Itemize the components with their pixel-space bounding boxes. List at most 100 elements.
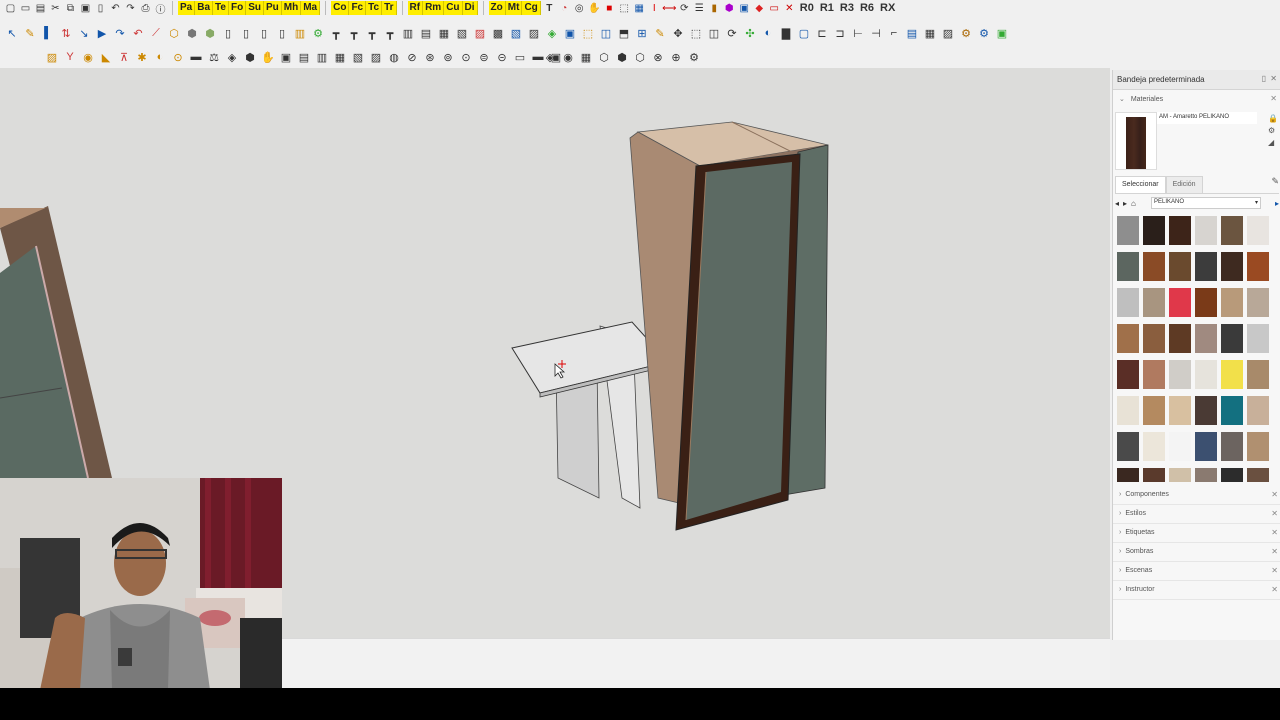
draw-tool-26-icon[interactable]: ▧ bbox=[454, 25, 470, 41]
material-swatch-27[interactable] bbox=[1169, 360, 1191, 389]
edit-tool-10-icon[interactable]: ⚖ bbox=[206, 49, 222, 65]
edit-tool-17-icon[interactable]: ▦ bbox=[332, 49, 348, 65]
draw-tool-20-icon[interactable]: ┳ bbox=[346, 25, 362, 41]
material-swatch-36[interactable] bbox=[1247, 396, 1269, 425]
tray-section-componentes[interactable]: › Componentes ✕ bbox=[1113, 486, 1280, 505]
view-tool-7-icon[interactable]: ⊗ bbox=[650, 49, 666, 65]
draw-tool-28-icon[interactable]: ▩ bbox=[490, 25, 506, 41]
close-icon[interactable]: ✕ bbox=[1271, 547, 1278, 556]
edit-tool-15-icon[interactable]: ▤ bbox=[296, 49, 312, 65]
material-swatch-26[interactable] bbox=[1143, 360, 1165, 389]
draw-tool-7-icon[interactable]: ↷ bbox=[112, 25, 128, 41]
edit-tool-16-icon[interactable]: ▥ bbox=[314, 49, 330, 65]
home-icon[interactable]: ⌂ bbox=[1131, 199, 1136, 208]
material-swatch-8[interactable] bbox=[1143, 252, 1165, 281]
orbit-icon[interactable]: ◎ bbox=[573, 1, 586, 15]
draw-tool-36-icon[interactable]: ⊞ bbox=[634, 25, 650, 41]
view-tool-2-icon[interactable]: ◉ bbox=[560, 49, 576, 65]
view-tool-8-icon[interactable]: ⊕ bbox=[668, 49, 684, 65]
copy-icon[interactable]: ⧉ bbox=[64, 1, 77, 15]
material-swatch-21[interactable] bbox=[1169, 324, 1191, 353]
draw-tool-33-icon[interactable]: ⬚ bbox=[580, 25, 596, 41]
view-tool-6-icon[interactable]: ⬡ bbox=[632, 49, 648, 65]
save-icon[interactable]: ▤ bbox=[34, 1, 47, 15]
draw-tool-47-icon[interactable]: ⊐ bbox=[832, 25, 848, 41]
draw-tool-18-icon[interactable]: ⚙ bbox=[310, 25, 326, 41]
tray-section-etiquetas[interactable]: › Etiquetas ✕ bbox=[1113, 524, 1280, 543]
draw-tool-51-icon[interactable]: ▤ bbox=[904, 25, 920, 41]
material-swatch-35[interactable] bbox=[1221, 396, 1243, 425]
draw-tool-41-icon[interactable]: ⟳ bbox=[724, 25, 740, 41]
draw-tool-19-icon[interactable]: ┳ bbox=[328, 25, 344, 41]
tray-section-estilos[interactable]: › Estilos ✕ bbox=[1113, 505, 1280, 524]
tool-rm-button[interactable]: Rm bbox=[423, 1, 445, 15]
edit-tool-21-icon[interactable]: ⊘ bbox=[404, 49, 420, 65]
warehouse-icon[interactable]: ▣ bbox=[738, 1, 751, 15]
left-cabinet[interactable] bbox=[0, 206, 112, 479]
tab-edit[interactable]: Edición bbox=[1165, 176, 1203, 193]
pin-icon[interactable]: ▯ bbox=[1262, 74, 1266, 83]
material-swatch-40[interactable] bbox=[1195, 432, 1217, 461]
draw-tool-2-icon[interactable]: ✎ bbox=[22, 25, 38, 41]
tool-di-button[interactable]: Di bbox=[462, 1, 478, 15]
draw-tool-48-icon[interactable]: ⊢ bbox=[850, 25, 866, 41]
pan-icon[interactable]: ✋ bbox=[588, 1, 601, 15]
edit-tool-24-icon[interactable]: ⊙ bbox=[458, 49, 474, 65]
draw-tool-10-icon[interactable]: ⬡ bbox=[166, 25, 182, 41]
draw-tool-31-icon[interactable]: ◈ bbox=[544, 25, 560, 41]
create-material-icon[interactable]: ⚙ bbox=[1268, 126, 1278, 135]
material-swatch-18[interactable] bbox=[1247, 288, 1269, 317]
tool-tc-button[interactable]: Tc bbox=[366, 1, 383, 15]
material-swatch-47[interactable] bbox=[1221, 468, 1243, 482]
draw-tool-54-icon[interactable]: ⚙ bbox=[958, 25, 974, 41]
draw-tool-29-icon[interactable]: ▧ bbox=[508, 25, 524, 41]
material-swatch-46[interactable] bbox=[1195, 468, 1217, 482]
ruby-icon[interactable]: ◆ bbox=[753, 1, 766, 15]
draw-tool-5-icon[interactable]: ↘ bbox=[76, 25, 92, 41]
material-swatch-15[interactable] bbox=[1169, 288, 1191, 317]
new-icon[interactable]: ▢ bbox=[4, 1, 17, 15]
paste-icon[interactable]: ▣ bbox=[79, 1, 92, 15]
nodes-icon[interactable]: ⬢ bbox=[723, 1, 736, 15]
close-icon[interactable]: ✕ bbox=[1271, 585, 1278, 594]
redo-icon[interactable]: ↷ bbox=[124, 1, 137, 15]
material-swatch-28[interactable] bbox=[1195, 360, 1217, 389]
material-swatch-34[interactable] bbox=[1195, 396, 1217, 425]
window-icon[interactable]: ▭ bbox=[768, 1, 781, 15]
draw-tool-12-icon[interactable]: ⬢ bbox=[202, 25, 218, 41]
material-swatch-33[interactable] bbox=[1169, 396, 1191, 425]
edit-tool-2-icon[interactable]: Y bbox=[62, 49, 78, 65]
tool-te-button[interactable]: Te bbox=[213, 1, 229, 15]
draw-tool-22-icon[interactable]: ┳ bbox=[382, 25, 398, 41]
material-swatch-3[interactable] bbox=[1169, 216, 1191, 245]
material-swatch-17[interactable] bbox=[1221, 288, 1243, 317]
text-tool-icon[interactable]: T bbox=[543, 1, 556, 15]
material-swatch-13[interactable] bbox=[1117, 288, 1139, 317]
edit-tool-11-icon[interactable]: ◈ bbox=[224, 49, 240, 65]
draw-tool-3-icon[interactable]: ▌ bbox=[40, 25, 56, 41]
select-red-icon[interactable]: ■ bbox=[603, 1, 616, 15]
view-tool-4-icon[interactable]: ⬡ bbox=[596, 49, 612, 65]
back-icon[interactable]: ◂ bbox=[1115, 199, 1119, 208]
list-icon[interactable]: ☰ bbox=[693, 1, 706, 15]
tool-fc-button[interactable]: Fc bbox=[349, 1, 367, 15]
move-icon[interactable]: ⟷ bbox=[662, 1, 676, 15]
draw-tool-11-icon[interactable]: ⬢ bbox=[184, 25, 200, 41]
draw-tool-38-icon[interactable]: ✥ bbox=[670, 25, 686, 41]
print-icon[interactable]: ⎙ bbox=[139, 1, 152, 15]
tool-pa-button[interactable]: Pa bbox=[178, 1, 196, 15]
close-icon[interactable]: ✕ bbox=[1271, 528, 1278, 537]
edit-tool-19-icon[interactable]: ▨ bbox=[368, 49, 384, 65]
draw-tool-40-icon[interactable]: ◫ bbox=[706, 25, 722, 41]
library-dropdown[interactable]: PELIKANO ▾ bbox=[1151, 197, 1261, 209]
undo-icon[interactable]: ↶ bbox=[109, 1, 122, 15]
edit-tool-5-icon[interactable]: ⊼ bbox=[116, 49, 132, 65]
draw-tool-9-icon[interactable]: ⟋ bbox=[148, 25, 164, 41]
book-icon[interactable]: ▮ bbox=[708, 1, 721, 15]
draw-tool-23-icon[interactable]: ▥ bbox=[400, 25, 416, 41]
draw-tool-30-icon[interactable]: ▨ bbox=[526, 25, 542, 41]
draw-tool-14-icon[interactable]: ▯ bbox=[238, 25, 254, 41]
tool-co-button[interactable]: Co bbox=[331, 1, 350, 15]
edit-tool-26-icon[interactable]: ⊝ bbox=[494, 49, 510, 65]
material-swatch-10[interactable] bbox=[1195, 252, 1217, 281]
